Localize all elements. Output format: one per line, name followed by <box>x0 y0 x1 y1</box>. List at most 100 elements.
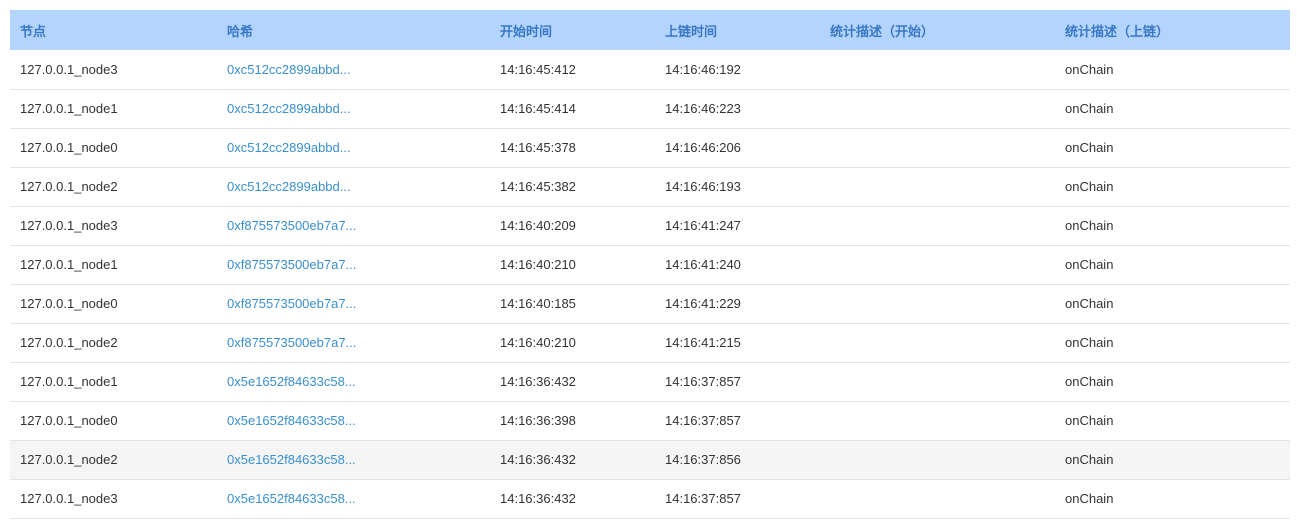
transactions-table: 节点 哈希 开始时间 上链时间 统计描述（开始） 统计描述（上链） 127.0.… <box>10 10 1290 519</box>
node-cell: 127.0.0.1_node0 <box>20 296 118 311</box>
start-time-cell: 14:16:45:412 <box>500 61 576 77</box>
hash-cell: 0xf875573500eb7a7... <box>217 245 490 284</box>
desc-chain-cell: onChain <box>1065 140 1114 155</box>
hash-cell: 0xc512cc2899abbd... <box>217 128 490 167</box>
desc-start-cell <box>820 245 1055 284</box>
hash-cell: 0xf875573500eb7a7... <box>217 284 490 323</box>
hash-cell: 0xf875573500eb7a7... <box>217 206 490 245</box>
node-cell: 127.0.0.1_node3 <box>20 218 118 233</box>
desc-start-cell <box>820 89 1055 128</box>
hash-cell: 0xc512cc2899abbd... <box>217 50 490 89</box>
column-header-hash: 哈希 <box>227 23 254 39</box>
table-row[interactable]: 127.0.0.1_node0 0xc512cc2899abbd... 14:1… <box>10 128 1290 167</box>
desc-chain-cell: onChain <box>1065 491 1114 506</box>
chain-time-cell: 14:16:37:857 <box>665 491 741 506</box>
table-row[interactable]: 127.0.0.1_node1 0xf875573500eb7a7... 14:… <box>10 245 1290 284</box>
desc-start-cell <box>820 128 1055 167</box>
desc-start-cell <box>820 323 1055 362</box>
hash-link[interactable]: 0xc512cc2899abbd... <box>227 179 351 194</box>
node-cell: 127.0.0.1_node2 <box>20 335 118 350</box>
desc-start-cell <box>820 50 1055 89</box>
start-time-cell: 14:16:36:432 <box>500 491 576 506</box>
chain-time-cell: 14:16:37:857 <box>665 374 741 389</box>
table-row[interactable]: 127.0.0.1_node0 0x5e1652f84633c58... 14:… <box>10 401 1290 440</box>
chain-time-cell: 14:16:41:215 <box>665 335 741 350</box>
start-time-cell: 14:16:40:210 <box>500 257 576 272</box>
start-time-cell: 14:16:36:432 <box>500 374 576 389</box>
start-time-cell: 14:16:45:378 <box>500 140 576 155</box>
desc-start-cell <box>820 284 1055 323</box>
hash-cell: 0xc512cc2899abbd... <box>217 89 490 128</box>
desc-chain-cell: onChain <box>1065 452 1114 467</box>
hash-link[interactable]: 0xf875573500eb7a7... <box>227 296 356 311</box>
hash-cell: 0x5e1652f84633c58... <box>217 401 490 440</box>
start-time-cell: 14:16:36:398 <box>500 413 576 428</box>
hash-cell: 0xc512cc2899abbd... <box>217 167 490 206</box>
start-time-cell: 14:16:40:210 <box>500 335 576 350</box>
table-row[interactable]: 127.0.0.1_node3 0x5e1652f84633c58... 14:… <box>10 479 1290 518</box>
chain-time-cell: 14:16:46:193 <box>665 179 741 194</box>
table-header: 节点 哈希 开始时间 上链时间 统计描述（开始） 统计描述（上链） <box>10 10 1290 50</box>
chain-time-cell: 14:16:46:223 <box>665 101 741 116</box>
hash-link[interactable]: 0x5e1652f84633c58... <box>227 413 356 428</box>
table-row[interactable]: 127.0.0.1_node1 0x5e1652f84633c58... 14:… <box>10 362 1290 401</box>
start-time-cell: 14:16:45:382 <box>500 179 576 194</box>
chain-time-cell: 14:16:41:229 <box>665 296 741 311</box>
start-time-cell: 14:16:40:185 <box>500 296 576 311</box>
hash-link[interactable]: 0xf875573500eb7a7... <box>227 335 356 350</box>
desc-start-cell <box>820 440 1055 479</box>
table-row[interactable]: 127.0.0.1_node3 0xf875573500eb7a7... 14:… <box>10 206 1290 245</box>
column-header-node: 节点 <box>20 23 47 39</box>
desc-chain-cell: onChain <box>1065 296 1114 311</box>
desc-start-cell <box>820 401 1055 440</box>
node-cell: 127.0.0.1_node0 <box>20 413 118 428</box>
chain-time-cell: 14:16:46:192 <box>665 61 741 77</box>
chain-time-cell: 14:16:41:240 <box>665 257 741 272</box>
desc-chain-cell: onChain <box>1065 413 1114 428</box>
hash-link[interactable]: 0x5e1652f84633c58... <box>227 491 356 506</box>
start-time-cell: 14:16:45:414 <box>500 101 576 116</box>
hash-link[interactable]: 0xc512cc2899abbd... <box>227 101 351 116</box>
table-row[interactable]: 127.0.0.1_node2 0xc512cc2899abbd... 14:1… <box>10 167 1290 206</box>
node-cell: 127.0.0.1_node2 <box>20 452 118 467</box>
hash-link[interactable]: 0xf875573500eb7a7... <box>227 218 356 233</box>
hash-link[interactable]: 0x5e1652f84633c58... <box>227 452 356 467</box>
table-row[interactable]: 127.0.0.1_node2 0xf875573500eb7a7... 14:… <box>10 323 1290 362</box>
node-cell: 127.0.0.1_node1 <box>20 374 118 389</box>
transactions-table-container: 节点 哈希 开始时间 上链时间 统计描述（开始） 统计描述（上链） 127.0.… <box>10 10 1290 519</box>
desc-chain-cell: onChain <box>1065 179 1114 194</box>
table-body: 127.0.0.1_node3 0xc512cc2899abbd... 14:1… <box>10 50 1290 518</box>
hash-link[interactable]: 0xc512cc2899abbd... <box>227 62 351 77</box>
desc-start-cell <box>820 167 1055 206</box>
hash-cell: 0x5e1652f84633c58... <box>217 362 490 401</box>
column-header-desc-start: 统计描述（开始） <box>830 23 935 39</box>
hash-cell: 0x5e1652f84633c58... <box>217 440 490 479</box>
desc-start-cell <box>820 206 1055 245</box>
node-cell: 127.0.0.1_node1 <box>20 101 118 116</box>
hash-cell: 0x5e1652f84633c58... <box>217 479 490 518</box>
chain-time-cell: 14:16:41:247 <box>665 218 741 233</box>
desc-start-cell <box>820 362 1055 401</box>
table-row[interactable]: 127.0.0.1_node0 0xf875573500eb7a7... 14:… <box>10 284 1290 323</box>
column-header-chain-time: 上链时间 <box>665 23 718 39</box>
desc-chain-cell: onChain <box>1065 335 1114 350</box>
table-header-row: 节点 哈希 开始时间 上链时间 统计描述（开始） 统计描述（上链） <box>10 10 1290 50</box>
hash-link[interactable]: 0xc512cc2899abbd... <box>227 140 351 155</box>
desc-chain-cell: onChain <box>1065 257 1114 272</box>
table-row[interactable]: 127.0.0.1_node1 0xc512cc2899abbd... 14:1… <box>10 89 1290 128</box>
start-time-cell: 14:16:40:209 <box>500 218 576 233</box>
desc-chain-cell: onChain <box>1065 218 1114 233</box>
chain-time-cell: 14:16:37:856 <box>665 452 741 467</box>
chain-time-cell: 14:16:37:857 <box>665 413 741 428</box>
column-header-start-time: 开始时间 <box>500 23 553 39</box>
node-cell: 127.0.0.1_node3 <box>20 491 118 506</box>
desc-start-cell <box>820 479 1055 518</box>
start-time-cell: 14:16:36:432 <box>500 452 576 467</box>
hash-link[interactable]: 0xf875573500eb7a7... <box>227 257 356 272</box>
node-cell: 127.0.0.1_node0 <box>20 140 118 155</box>
node-cell: 127.0.0.1_node1 <box>20 257 118 272</box>
table-row[interactable]: 127.0.0.1_node3 0xc512cc2899abbd... 14:1… <box>10 50 1290 89</box>
table-row[interactable]: 127.0.0.1_node2 0x5e1652f84633c58... 14:… <box>10 440 1290 479</box>
node-cell: 127.0.0.1_node3 <box>20 61 118 77</box>
hash-link[interactable]: 0x5e1652f84633c58... <box>227 374 356 389</box>
